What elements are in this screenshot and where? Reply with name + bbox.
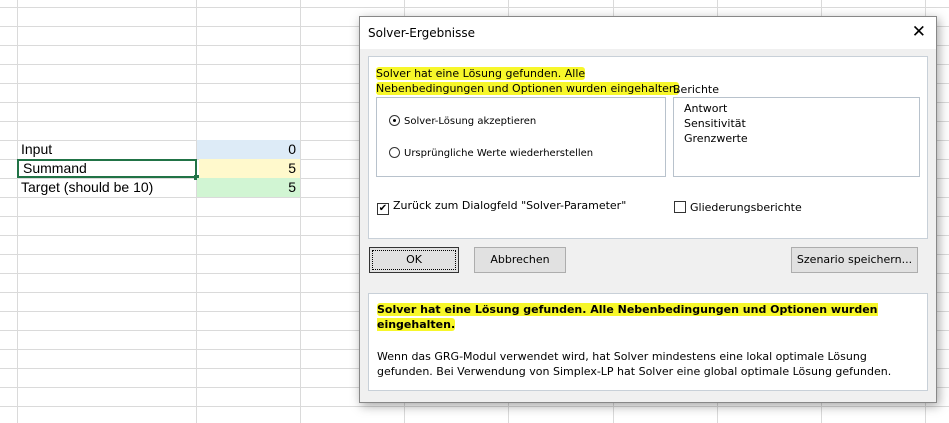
cancel-button[interactable]: Abbrechen bbox=[474, 247, 566, 273]
reports-list[interactable]: Antwort Sensitivität Grenzwerte bbox=[673, 97, 920, 177]
result-message-line1: Solver hat eine Lösung gefunden. Alle bbox=[376, 67, 586, 80]
grid-line bbox=[196, 0, 197, 423]
cell-summand-value[interactable]: 5 bbox=[199, 159, 300, 178]
cell-target-value[interactable]: 5 bbox=[197, 178, 300, 197]
report-item[interactable]: Grenzwerte bbox=[684, 131, 909, 146]
radio-keep-label: Solver-Lösung akzeptieren bbox=[404, 116, 537, 127]
dialog-title: Solver-Ergebnisse bbox=[368, 26, 476, 40]
dialog-title-bar[interactable]: Solver-Ergebnisse ✕ bbox=[360, 17, 936, 49]
radio-selected-icon[interactable] bbox=[389, 115, 400, 126]
outline-checkbox-label: Gliederungsberichte bbox=[690, 201, 802, 214]
radio-restore-values[interactable]: Ursprüngliche Werte wiederherstellen bbox=[389, 147, 593, 159]
radio-group: Solver-Lösung akzeptieren Ursprüngliche … bbox=[376, 97, 666, 177]
save-scenario-button[interactable]: Szenario speichern... bbox=[791, 247, 918, 273]
checkbox-checked-icon[interactable]: ✔ bbox=[377, 203, 389, 215]
return-checkbox-label: Zurück zum Dialogfeld "Solver-Parameter" bbox=[393, 199, 627, 212]
report-item[interactable]: Sensitivität bbox=[684, 116, 909, 131]
cell-input-value[interactable]: 0 bbox=[197, 140, 300, 159]
result-message-line2: Nebenbedingungen und Optionen wurden ein… bbox=[376, 82, 680, 95]
radio-unselected-icon[interactable] bbox=[389, 147, 400, 158]
outline-reports-checkbox[interactable]: Gliederungsberichte bbox=[674, 201, 802, 214]
return-to-parameters-checkbox[interactable]: ✔ Zurück zum Dialogfeld "Solver-Parameter… bbox=[377, 199, 626, 215]
cell-target-label[interactable]: Target (should be 10) bbox=[17, 178, 196, 197]
ok-button[interactable]: OK bbox=[369, 247, 459, 273]
radio-restore-label: Ursprüngliche Werte wiederherstellen bbox=[404, 148, 594, 159]
cell-summand-label[interactable]: Summand bbox=[17, 159, 197, 178]
info-panel: Solver hat eine Lösung gefunden. Alle Ne… bbox=[368, 293, 928, 391]
close-icon[interactable]: ✕ bbox=[912, 22, 926, 42]
result-message: Solver hat eine Lösung gefunden. Alle Ne… bbox=[376, 66, 680, 96]
grid-line bbox=[17, 0, 18, 423]
options-panel: Solver hat eine Lösung gefunden. Alle Ne… bbox=[368, 56, 928, 239]
info-title: Solver hat eine Lösung gefunden. Alle Ne… bbox=[377, 303, 878, 331]
cell-input-label[interactable]: Input bbox=[17, 140, 196, 159]
radio-keep-solution[interactable]: Solver-Lösung akzeptieren bbox=[389, 115, 536, 127]
report-item[interactable]: Antwort bbox=[684, 101, 909, 116]
solver-results-dialog: Solver-Ergebnisse ✕ Solver hat eine Lösu… bbox=[359, 16, 937, 403]
checkbox-unchecked-icon[interactable] bbox=[674, 201, 686, 213]
reports-label: Berichte bbox=[673, 83, 719, 96]
info-text: Wenn das GRG-Modul verwendet wird, hat S… bbox=[377, 350, 892, 378]
grid-line bbox=[300, 0, 301, 423]
